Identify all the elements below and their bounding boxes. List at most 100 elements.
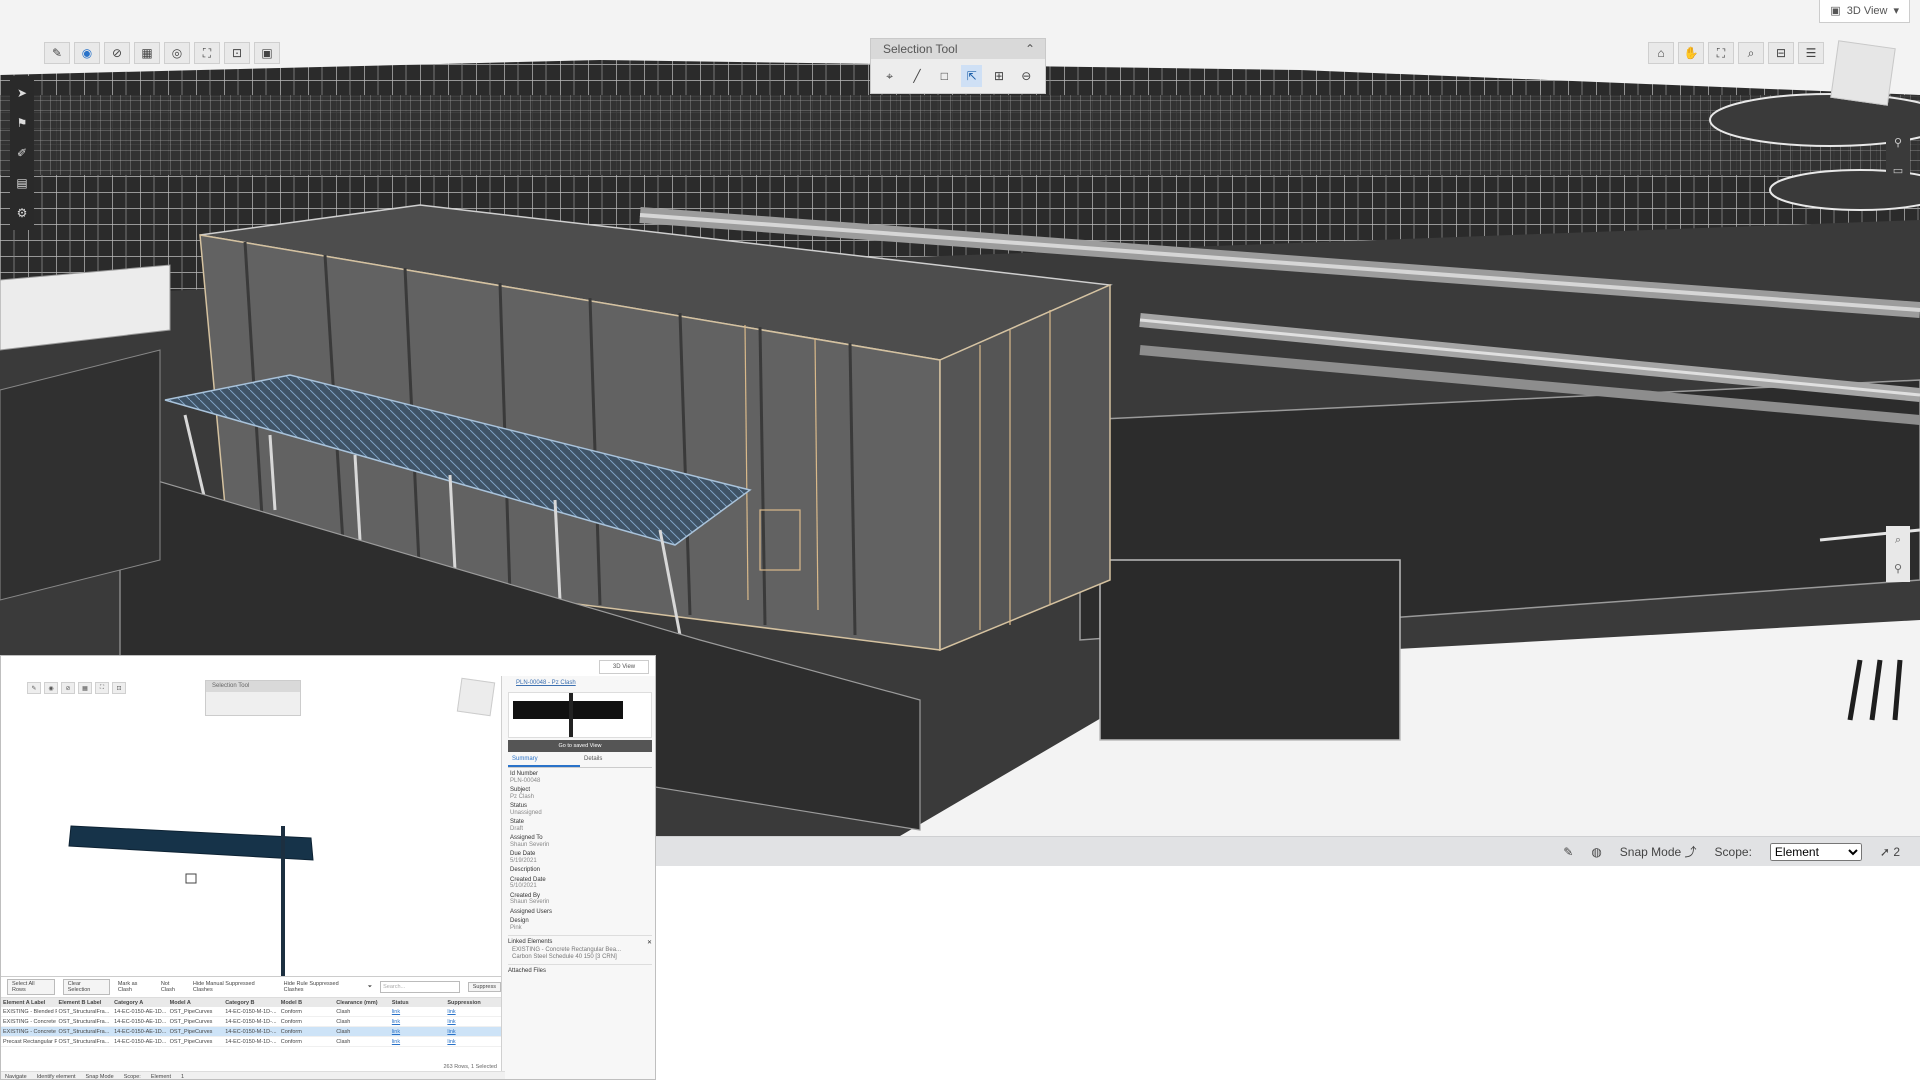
mark-not-clash[interactable]: Not Clash <box>161 981 185 993</box>
search-icon[interactable]: ⌕ <box>1886 526 1910 554</box>
markup-icon[interactable]: ▤ <box>10 169 34 197</box>
left-structure <box>0 349 161 601</box>
select-all-button[interactable]: Select All Rows <box>7 979 55 995</box>
table-cell: Conform <box>278 1007 335 1017</box>
inset-scope-value[interactable]: Element <box>151 1074 171 1079</box>
inset-snap-mode[interactable]: Snap Mode <box>86 1074 114 1079</box>
right-side-tools: ⚲ ▭ <box>1886 128 1910 184</box>
settings-icon[interactable]: ⚙ <box>10 199 34 227</box>
selection-tool-panel: Selection Tool ⌃ ⌖ ╱ □ ⇱ ⊞ ⊖ <box>870 38 1046 94</box>
table-cell: OST_StructuralFra... <box>56 1026 113 1037</box>
clash-table: Element A Label Element B Label Category A… <box>1 998 501 1047</box>
table-cell: 14-EC-0150-M-1D-... <box>223 1007 279 1017</box>
attached-files-header: Attached Files <box>508 964 652 974</box>
clash-title[interactable]: PLN-00048 - Pz Clash <box>502 676 655 690</box>
scope-select[interactable]: Element <box>1769 842 1862 861</box>
snap-icon: ⤴ <box>1684 845 1697 859</box>
isolate-icon[interactable]: ▦ <box>134 42 160 64</box>
inset-viewer[interactable]: ✎ ◉ ⊘ ▦ ⛶ ⊡ Selection Tool <box>1 656 501 976</box>
table-cell: link <box>445 1026 501 1037</box>
property-value: Draft <box>510 825 524 832</box>
clash-controls: Select All Rows Clear Selection Mark as … <box>1 977 501 998</box>
snap-mode-toggle[interactable]: Snap Mode ⤴ <box>1620 843 1697 860</box>
tab-details[interactable]: Details <box>580 754 652 765</box>
table-row[interactable]: EXISTING - Concrete Carbon Steel Scher..… <box>1 1016 501 1027</box>
table-cell: Clash <box>334 1036 390 1047</box>
column-header[interactable]: Clearance (mm) <box>334 998 390 1007</box>
layers-icon[interactable]: ☰ <box>1798 42 1824 64</box>
table-cell: EXISTING - Concrete Carbon Steel Scher..… <box>1 1026 57 1037</box>
collapse-icon[interactable]: ⌃ <box>1025 39 1035 59</box>
linked-element[interactable]: EXISTING - Concrete Rectangular Bea... <box>512 947 648 953</box>
mark-as-clash[interactable]: Mark as Clash <box>118 981 153 993</box>
eye-icon[interactable]: ◉ <box>74 42 100 64</box>
property-value: 5/19/2021 <box>510 857 537 864</box>
linked-element[interactable]: Carbon Steel Schedule 40 150 [3 CRN] <box>512 954 648 960</box>
table-cell: link <box>389 1016 446 1027</box>
frame-icon[interactable]: ⛶ <box>1708 42 1734 64</box>
table-row[interactable]: EXISTING - Concrete Carbon Steel Scher..… <box>1 1026 501 1037</box>
remove-select-icon[interactable]: ⊖ <box>1016 65 1037 87</box>
table-cell: 14-EC-0150-M-1D-... <box>223 1036 279 1047</box>
suppress-button[interactable]: Suppress <box>467 982 501 992</box>
close-icon[interactable]: ✕ <box>647 939 652 946</box>
linked-elements-title: Linked Elements <box>508 939 553 945</box>
clear-selection-button[interactable]: Clear Selection <box>62 979 110 995</box>
table-cell: OST_PipeCurves <box>167 1026 224 1037</box>
select-arrow-icon[interactable]: ➤ <box>10 79 34 107</box>
box-select-icon[interactable]: □ <box>934 65 955 87</box>
hide-rule-toggle[interactable]: Hide Rule Suppressed Clashes <box>284 981 360 993</box>
zoom-extents-icon[interactable]: ⊡ <box>224 42 250 64</box>
section-icon[interactable]: ⊟ <box>1768 42 1794 64</box>
properties-icon[interactable]: ⚲ <box>1886 554 1910 582</box>
view-mode-select[interactable]: ▣ 3D View ▾ <box>1819 0 1910 23</box>
chevron-down-icon: ▾ <box>1893 5 1899 17</box>
home-icon[interactable]: ⌂ <box>1648 42 1674 64</box>
inset-scene[interactable] <box>1 656 501 976</box>
edit-icon[interactable]: ✎ <box>44 42 70 64</box>
goto-saved-view-button[interactable]: Go to saved View <box>508 740 652 752</box>
pan-icon[interactable]: ✋ <box>1678 42 1704 64</box>
cursor-select-icon[interactable]: ⇱ <box>960 65 983 87</box>
nav-cube[interactable] <box>1830 40 1896 106</box>
column-header[interactable]: Element A Label <box>1 998 57 1007</box>
clash-search-input[interactable]: Search... <box>380 981 460 993</box>
line-select-icon[interactable]: ╱ <box>906 65 927 87</box>
column-header[interactable]: Element B Label <box>56 998 113 1007</box>
clash-list: Select All Rows Clear Selection Mark as … <box>1 976 505 1079</box>
tab-summary[interactable]: Summary <box>508 754 580 767</box>
navigate-label[interactable]: Navigate <box>5 1074 27 1079</box>
column-header[interactable]: Category B <box>223 998 279 1007</box>
hide-manual-toggle[interactable]: Hide Manual Suppressed Clashes <box>193 981 276 993</box>
hide-icon[interactable]: ⊘ <box>104 42 130 64</box>
point-select-icon[interactable]: ⌖ <box>879 65 900 87</box>
walk-icon[interactable]: ⚲ <box>1886 128 1910 156</box>
column-header[interactable]: Model B <box>278 998 335 1007</box>
fit-view-icon[interactable]: ⛶ <box>194 42 220 64</box>
column-header[interactable]: Model A <box>167 998 224 1007</box>
table-cell: Precast Rectangular Pipe Types: PVC - ..… <box>1 1036 57 1047</box>
filter-icon[interactable]: ⏷ <box>368 984 372 991</box>
table-row[interactable]: Precast Rectangular Pipe Types: PVC - ..… <box>1 1036 501 1047</box>
screenshot-icon[interactable]: ▣ <box>254 42 280 64</box>
add-select-icon[interactable]: ⊞ <box>988 65 1009 87</box>
column-header[interactable]: Status <box>389 998 446 1007</box>
property-field: Description <box>510 867 650 874</box>
property-field: Created By Shaun Severin <box>510 893 650 906</box>
measure-icon[interactable]: ✐ <box>10 139 34 167</box>
visibility-icon[interactable]: ◎ <box>164 42 190 64</box>
column-header[interactable]: Suppression <box>445 998 501 1007</box>
zoom-icon[interactable]: ⌕ <box>1738 42 1764 64</box>
globe-icon[interactable]: ◍ <box>1591 845 1601 859</box>
table-cell: 14-EC-0150-AE-1D... <box>112 1026 168 1037</box>
identify-label[interactable]: Identify element <box>37 1074 76 1079</box>
selection-count: ➚ 2 <box>1880 845 1900 859</box>
inset-view-mode[interactable]: 3D View <box>599 660 649 674</box>
pencil-icon[interactable]: ✎ <box>1563 845 1573 859</box>
clash-marker-icon[interactable] <box>185 873 197 884</box>
flag-icon[interactable]: ⚑ <box>10 109 34 137</box>
camera-icon[interactable]: ▭ <box>1886 156 1910 184</box>
column-header[interactable]: Category A <box>112 998 168 1007</box>
table-cell: OST_StructuralFra... <box>56 1036 113 1047</box>
table-row[interactable]: EXISTING - Blended Pipe Types: EXISTI...… <box>1 1007 501 1017</box>
